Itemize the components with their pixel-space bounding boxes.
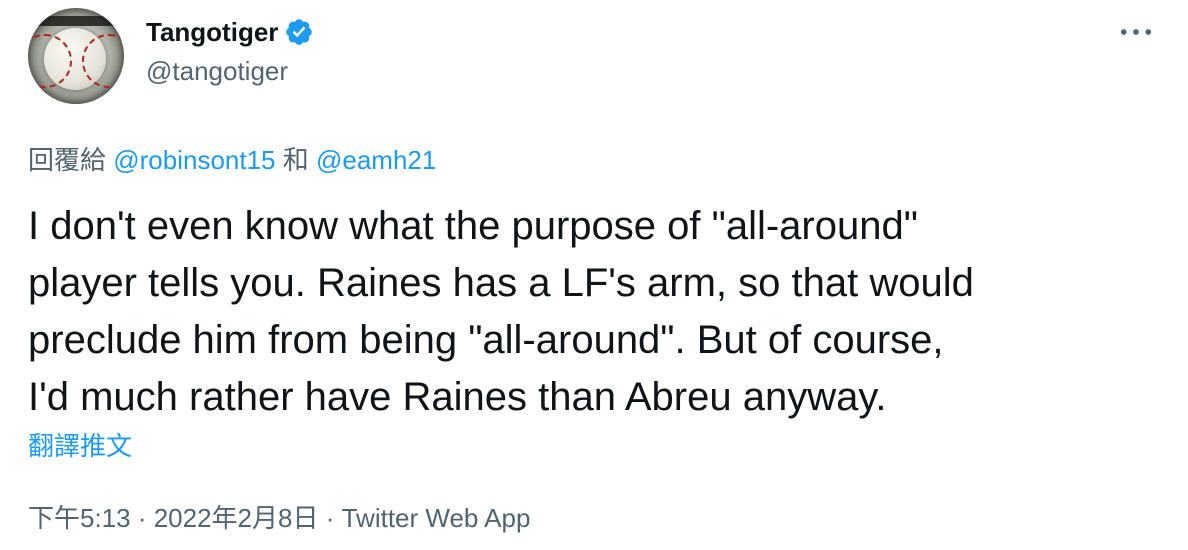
tweet-source: Twitter Web App (341, 503, 531, 533)
author-display-name[interactable]: Tangotiger (146, 17, 278, 48)
more-options-button[interactable] (1118, 18, 1154, 48)
author-handle[interactable]: @tangotiger (146, 56, 288, 87)
avatar-banner-strip (28, 16, 124, 26)
mention-link[interactable]: @robinsont15 (113, 145, 275, 175)
baseball-seam-left (28, 34, 72, 88)
tweet-date-link[interactable]: 2022年2月8日 (154, 503, 319, 533)
meta-separator: · (130, 503, 154, 533)
author-name-row: Tangotiger (146, 14, 314, 50)
mention-link[interactable]: @eamh21 (316, 145, 436, 175)
meta-separator: · (318, 503, 342, 533)
reply-prefix: 回覆給 (28, 145, 114, 175)
more-horizontal-icon (1119, 24, 1153, 42)
tweet-metadata: 下午5:13 · 2022年2月8日 · Twitter Web App (28, 498, 530, 535)
tweet-text: I don't even know what the purpose of "a… (28, 204, 974, 419)
baseball-seam-right (82, 34, 124, 88)
verified-badge-icon (284, 17, 314, 47)
replying-to-line: 回覆給 @robinsont15 和 @eamh21 (28, 140, 436, 177)
avatar[interactable] (28, 8, 124, 104)
reply-conjunction: 和 (275, 145, 316, 175)
tweet-card: Tangotiger @tangotiger 回覆給 @robinsont15 … (0, 0, 1188, 550)
baseball-image (28, 28, 124, 90)
tweet-time-link[interactable]: 下午5:13 (28, 503, 131, 533)
translate-tweet-link[interactable]: 翻譯推文 (28, 426, 132, 463)
